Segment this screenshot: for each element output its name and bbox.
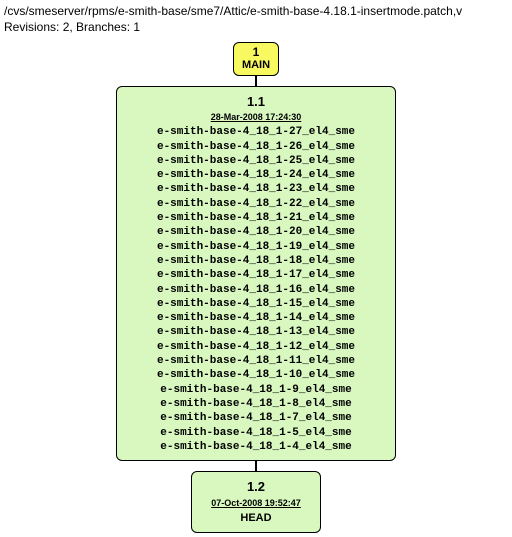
revision-tag: e-smith-base-4_18_1-20_el4_sme — [127, 225, 385, 239]
revision-tag: e-smith-base-4_18_1-15_el4_sme — [127, 297, 385, 311]
revision-head-label: HEAD — [206, 511, 306, 526]
revision-tag: e-smith-base-4_18_1-27_el4_sme — [127, 125, 385, 139]
revision-tag: e-smith-base-4_18_1-10_el4_sme — [127, 368, 385, 382]
revision-date: 07-Oct-2008 19:52:47 — [206, 497, 306, 509]
revisions-summary: Revisions: 2, Branches: 1 — [4, 20, 508, 34]
branch-rev-number: 1 — [242, 45, 270, 59]
revision-tag: e-smith-base-4_18_1-22_el4_sme — [127, 197, 385, 211]
revision-tag: e-smith-base-4_18_1-18_el4_sme — [127, 254, 385, 268]
revision-number: 1.2 — [206, 478, 306, 496]
branch-node-main[interactable]: 1 MAIN — [233, 42, 279, 76]
revision-number: 1.1 — [127, 93, 385, 111]
revision-tag: e-smith-base-4_18_1-7_el4_sme — [127, 411, 385, 425]
revision-node-1.1[interactable]: 1.1 28-Mar-2008 17:24:30 e-smith-base-4_… — [116, 86, 396, 462]
revision-tag: e-smith-base-4_18_1-9_el4_sme — [127, 383, 385, 397]
revision-tag: e-smith-base-4_18_1-4_el4_sme — [127, 440, 385, 454]
revision-date: 28-Mar-2008 17:24:30 — [127, 111, 385, 123]
graph-connector — [255, 76, 257, 86]
revision-tag: e-smith-base-4_18_1-11_el4_sme — [127, 354, 385, 368]
revision-tag: e-smith-base-4_18_1-17_el4_sme — [127, 268, 385, 282]
revision-tag: e-smith-base-4_18_1-14_el4_sme — [127, 311, 385, 325]
revision-tag: e-smith-base-4_18_1-16_el4_sme — [127, 283, 385, 297]
revision-tag: e-smith-base-4_18_1-23_el4_sme — [127, 182, 385, 196]
revision-tag: e-smith-base-4_18_1-12_el4_sme — [127, 340, 385, 354]
revision-tag: e-smith-base-4_18_1-13_el4_sme — [127, 325, 385, 339]
revision-tag: e-smith-base-4_18_1-24_el4_sme — [127, 168, 385, 182]
revision-graph: 1 MAIN 1.1 28-Mar-2008 17:24:30 e-smith-… — [4, 42, 508, 533]
revision-tag: e-smith-base-4_18_1-26_el4_sme — [127, 140, 385, 154]
revision-tag: e-smith-base-4_18_1-8_el4_sme — [127, 397, 385, 411]
revision-tags: e-smith-base-4_18_1-27_el4_smee-smith-ba… — [127, 125, 385, 454]
revision-tag: e-smith-base-4_18_1-19_el4_sme — [127, 240, 385, 254]
revision-tag: e-smith-base-4_18_1-25_el4_sme — [127, 154, 385, 168]
graph-connector — [255, 461, 257, 471]
file-path: /cvs/smeserver/rpms/e-smith-base/sme7/At… — [4, 4, 508, 18]
branch-name: MAIN — [242, 59, 270, 72]
revision-tag: e-smith-base-4_18_1-21_el4_sme — [127, 211, 385, 225]
revision-node-1.2[interactable]: 1.2 07-Oct-2008 19:52:47 HEAD — [191, 471, 321, 533]
revision-tag: e-smith-base-4_18_1-5_el4_sme — [127, 426, 385, 440]
